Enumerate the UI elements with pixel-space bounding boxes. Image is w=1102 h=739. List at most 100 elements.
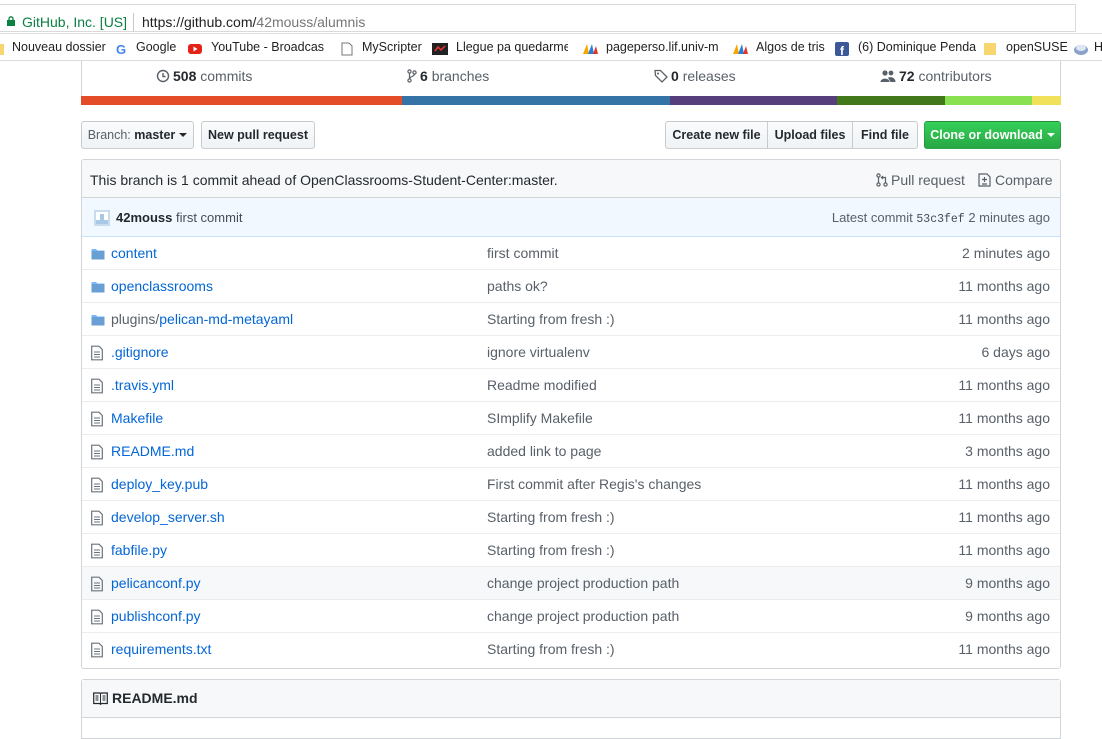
file-row[interactable]: pelicanconf.py change project production … bbox=[82, 566, 1060, 599]
file-row[interactable]: plugins/pelican-md-metayaml Starting from… bbox=[82, 302, 1060, 335]
file-commit-message[interactable]: SImplify Makefile bbox=[487, 410, 593, 426]
file-commit-message[interactable]: added link to page bbox=[487, 443, 601, 459]
file-commit-message[interactable]: First commit after Regis's changes bbox=[487, 476, 701, 492]
file-row[interactable]: .gitignore ignore virtualenv 6 days ago bbox=[82, 335, 1060, 368]
file-path-prefix: plugins/ bbox=[111, 311, 160, 327]
omnibox[interactable]: GitHub, Inc. [US] https://github.com/42m… bbox=[0, 4, 1076, 32]
file-name-link[interactable]: pelicanconf.py bbox=[111, 575, 201, 591]
latest-commit-info: Latest commit 53c3fef 2 minutes ago bbox=[832, 210, 1050, 226]
file-name: openclassrooms bbox=[111, 278, 213, 294]
file-commit-message[interactable]: Starting from fresh :) bbox=[487, 509, 615, 525]
bookmark-item[interactable]: YouTube - Broadcast bbox=[188, 34, 324, 60]
language-segment[interactable] bbox=[402, 96, 670, 105]
bookmark-item[interactable]: openSUSE bbox=[984, 34, 1068, 60]
create-new-file-button[interactable]: Create new file bbox=[665, 121, 768, 149]
diff-icon bbox=[978, 173, 991, 187]
bookmark-item[interactable]: MyScripter bbox=[340, 34, 422, 60]
file-commit-message[interactable]: first commit bbox=[487, 245, 559, 261]
language-segment[interactable] bbox=[836, 96, 946, 105]
file-name-link[interactable]: .travis.yml bbox=[111, 377, 174, 393]
bookmark-item[interactable]: H bbox=[1073, 34, 1102, 60]
commit-message[interactable]: first commit bbox=[176, 210, 242, 225]
file-row[interactable]: README.md added link to page 3 months ago bbox=[82, 434, 1060, 467]
file-row[interactable]: Makefile SImplify Makefile 11 months ago bbox=[82, 401, 1060, 434]
contributors-link[interactable]: 72 contributors bbox=[880, 68, 992, 84]
compare-link[interactable]: Compare bbox=[978, 172, 1053, 188]
file-name-link[interactable]: develop_server.sh bbox=[111, 509, 225, 525]
releases-link[interactable]: 0 releases bbox=[654, 68, 736, 84]
site-identity[interactable]: GitHub, Inc. [US] bbox=[22, 14, 127, 30]
bookmark-label: pageperso.lif.univ-mr bbox=[606, 40, 718, 54]
bookmark-label: H bbox=[1094, 40, 1102, 54]
language-segment[interactable] bbox=[1031, 96, 1061, 105]
site-icon bbox=[432, 39, 448, 55]
file-commit-message[interactable]: change project production path bbox=[487, 608, 679, 624]
file-row[interactable]: openclassrooms paths ok? 11 months ago bbox=[82, 269, 1060, 302]
branches-count: 6 bbox=[420, 68, 428, 84]
file-commit-message[interactable]: paths ok? bbox=[487, 278, 548, 294]
language-bar[interactable] bbox=[81, 96, 1061, 105]
file-row[interactable]: requirements.txt Starting from fresh :) 11… bbox=[82, 632, 1060, 665]
bookmark-item[interactable]: G Google bbox=[115, 34, 176, 60]
file-name-link[interactable]: Makefile bbox=[111, 410, 163, 426]
file-commit-message[interactable]: Readme modified bbox=[487, 377, 597, 393]
svg-text:G: G bbox=[116, 42, 126, 56]
file-row[interactable]: content first commit 2 minutes ago bbox=[82, 237, 1060, 269]
file-name-link[interactable]: requirements.txt bbox=[111, 641, 211, 657]
clone-download-button[interactable]: Clone or download bbox=[924, 121, 1061, 149]
new-pull-request-button[interactable]: New pull request bbox=[201, 121, 315, 149]
file-name-link[interactable]: README.md bbox=[111, 443, 194, 459]
file-name-link[interactable]: .gitignore bbox=[111, 344, 169, 360]
univ-icon bbox=[732, 39, 748, 54]
tag-icon bbox=[654, 69, 668, 83]
file-commit-message[interactable]: change project production path bbox=[487, 575, 679, 591]
bookmark-label: MyScripter bbox=[362, 40, 422, 54]
branches-link[interactable]: 6 branches bbox=[407, 68, 489, 84]
find-file-button[interactable]: Find file bbox=[852, 121, 918, 149]
language-segment[interactable] bbox=[81, 96, 403, 105]
file-age: 11 months ago bbox=[958, 278, 1050, 294]
file-age: 11 months ago bbox=[958, 542, 1050, 558]
readme-title: README.md bbox=[112, 690, 198, 706]
file-commit-message[interactable]: ignore virtualenv bbox=[487, 344, 590, 360]
commit-sha[interactable]: 53c3fef bbox=[916, 213, 964, 226]
bookmark-item[interactable]: Llegue pa quedarme bbox=[432, 34, 568, 60]
file-commit-message[interactable]: Starting from fresh :) bbox=[487, 542, 615, 558]
bookmark-item[interactable]: Algos de tris bbox=[732, 34, 825, 60]
bookmark-item[interactable]: pageperso.lif.univ-mr bbox=[582, 34, 718, 60]
file-row[interactable]: publishconf.py change project production … bbox=[82, 599, 1060, 632]
file-row[interactable]: deploy_key.pub First commit after Regis's… bbox=[82, 467, 1060, 500]
latest-commit-bar: 42mouss first commit Latest commit 53c3f… bbox=[82, 198, 1060, 237]
file-name-link[interactable]: openclassrooms bbox=[111, 278, 213, 294]
folder-icon bbox=[0, 39, 4, 55]
branch-select-button[interactable]: Branch: master bbox=[81, 121, 194, 149]
url-text[interactable]: https://github.com/42mouss/alumnis bbox=[142, 14, 365, 30]
bookmark-item[interactable]: Nouveau dossier bbox=[0, 34, 106, 60]
file-list: content first commit 2 minutes ago openclas… bbox=[82, 237, 1060, 665]
file-name-link[interactable]: plugins/pelican-md-metayaml bbox=[111, 311, 293, 327]
file-name: .gitignore bbox=[111, 344, 169, 360]
file-icon bbox=[91, 576, 107, 592]
file-commit-message[interactable]: Starting from fresh :) bbox=[487, 641, 615, 657]
file-name-link[interactable]: fabfile.py bbox=[111, 542, 167, 558]
bookmark-item[interactable]: f (6) Dominique Penda bbox=[835, 34, 976, 60]
file-name-link[interactable]: publishconf.py bbox=[111, 608, 201, 624]
file-name: Makefile bbox=[111, 410, 164, 426]
file-row[interactable]: fabfile.py Starting from fresh :) 11 month… bbox=[82, 533, 1060, 566]
file-row[interactable]: .travis.yml Readme modified 11 months ago bbox=[82, 368, 1060, 401]
facebook-icon: f bbox=[835, 39, 849, 58]
file-name: requirements.txt bbox=[111, 641, 212, 657]
avatar[interactable] bbox=[94, 210, 110, 226]
language-segment[interactable] bbox=[669, 96, 837, 105]
commit-author[interactable]: 42mouss bbox=[116, 210, 172, 225]
browser-address-bar: GitHub, Inc. [US] https://github.com/42m… bbox=[0, 0, 1102, 34]
file-commit-message[interactable]: Starting from fresh :) bbox=[487, 311, 615, 327]
upload-files-button[interactable]: Upload files bbox=[767, 121, 853, 149]
language-segment[interactable] bbox=[945, 96, 1032, 105]
file-icon bbox=[91, 477, 107, 493]
commits-link[interactable]: 508 commits bbox=[156, 68, 252, 84]
pull-request-link[interactable]: Pull request bbox=[876, 172, 965, 188]
file-name-link[interactable]: content bbox=[111, 245, 157, 261]
file-row[interactable]: develop_server.sh Starting from fresh :) 1… bbox=[82, 500, 1060, 533]
file-name-link[interactable]: deploy_key.pub bbox=[111, 476, 208, 492]
